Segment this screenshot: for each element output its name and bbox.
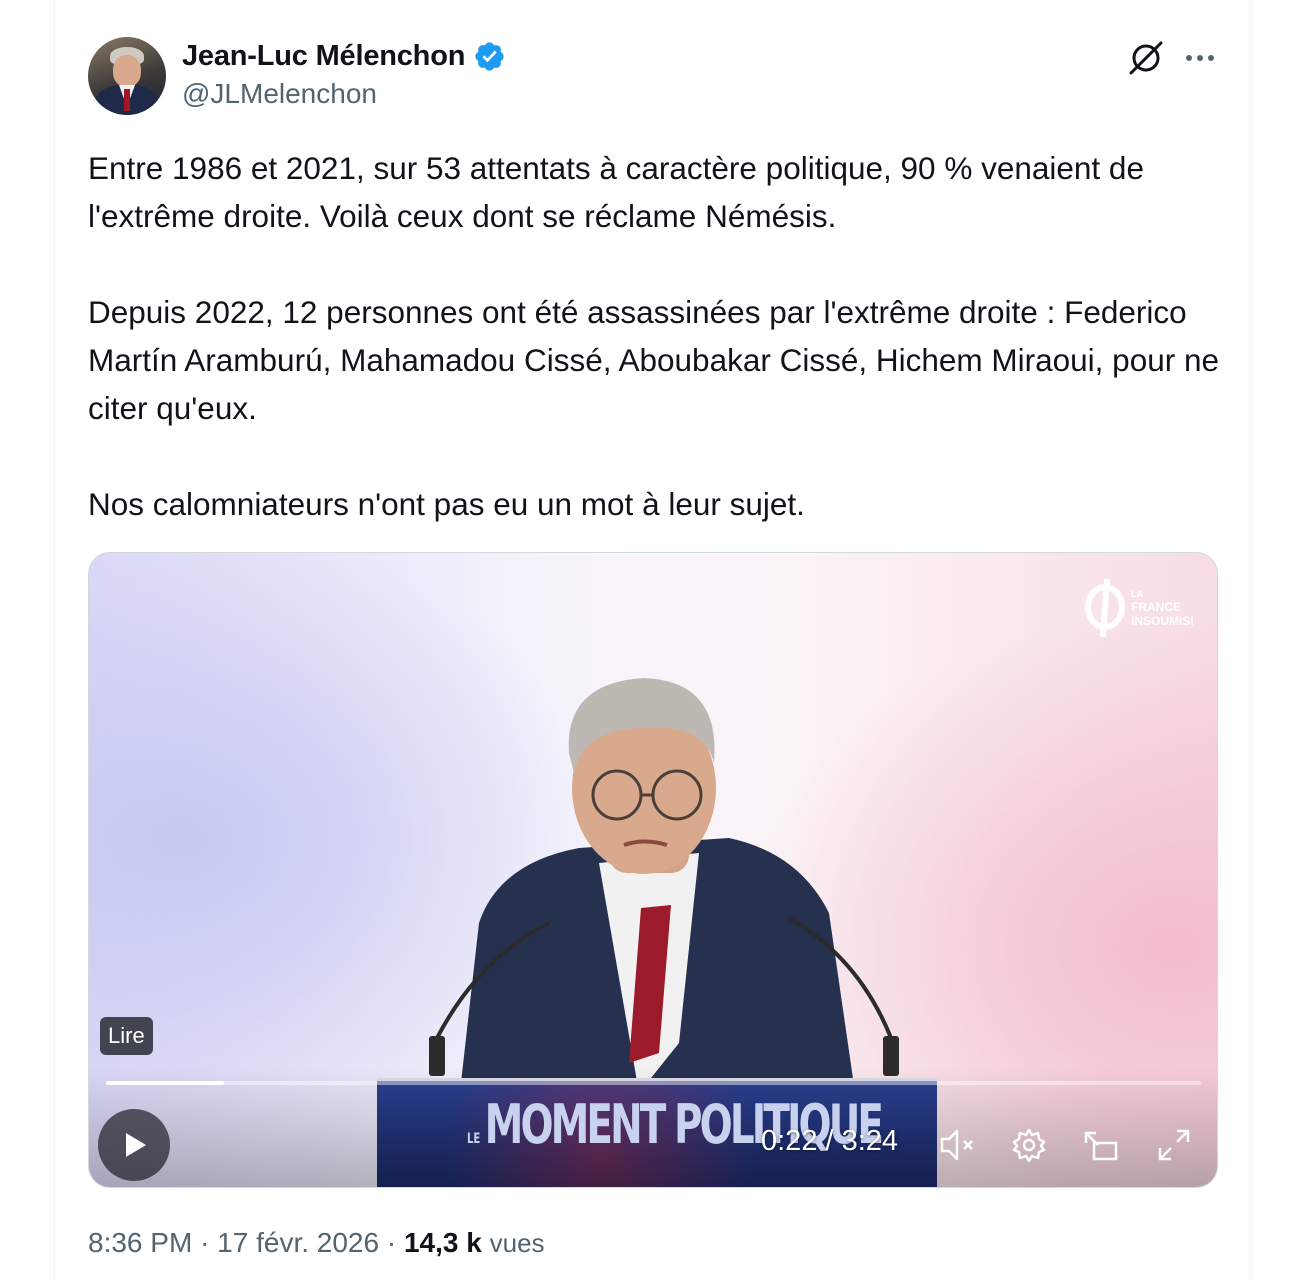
- mute-icon[interactable]: [937, 1125, 977, 1165]
- avatar-face: [113, 55, 141, 87]
- tweet-paragraph-1: Entre 1986 et 2021, sur 53 attentats à c…: [88, 150, 1144, 234]
- play-icon: [126, 1133, 146, 1157]
- tweet-paragraph-2: Depuis 2022, 12 personnes ont été assass…: [88, 294, 1220, 426]
- lfi-logo-line2: FRANCE: [1131, 600, 1181, 614]
- meta-separator-2: ·: [386, 1227, 397, 1258]
- video-player[interactable]: LA FRANCE INSOUMISE LEMOMENT POLITIQUE L…: [88, 552, 1218, 1188]
- author-name-row: Jean-Luc Mélenchon: [182, 38, 506, 74]
- tweet-paragraph-3: Nos calomniateurs n'ont pas eu un mot à …: [88, 486, 805, 522]
- author-name[interactable]: Jean-Luc Mélenchon: [182, 40, 465, 73]
- lectern-prefix: LE: [467, 1131, 481, 1147]
- fullscreen-icon[interactable]: [1154, 1125, 1194, 1165]
- tweet-text: Entre 1986 et 2021, sur 53 attentats à c…: [88, 144, 1223, 528]
- verified-badge-icon[interactable]: [473, 40, 506, 73]
- avatar[interactable]: [88, 37, 166, 115]
- progress-fill: [106, 1081, 225, 1085]
- microphone-right: [788, 916, 899, 1076]
- lfi-logo-line3: INSOUMISE: [1131, 614, 1193, 628]
- views-label: vues: [489, 1228, 545, 1258]
- video-time: 0:22 / 3:24: [761, 1125, 899, 1157]
- lfi-logo: LA FRANCE INSOUMISE: [1085, 579, 1193, 637]
- grok-icon[interactable]: [1126, 38, 1166, 78]
- more-icon[interactable]: [1180, 38, 1220, 78]
- tweet-time[interactable]: 8:36 PM: [88, 1227, 192, 1258]
- meta-separator-1: ·: [200, 1227, 210, 1258]
- lire-badge[interactable]: Lire: [100, 1017, 153, 1055]
- microphone-left: [429, 921, 550, 1076]
- lfi-logo-line1: LA: [1131, 589, 1143, 599]
- avatar-tie: [124, 89, 130, 111]
- views-count: 14,3 k: [403, 1227, 482, 1258]
- tweet-meta: 8:36 PM · 17 févr. 2026 · 14,3 k vues: [88, 1227, 545, 1259]
- picture-in-picture-icon[interactable]: [1082, 1125, 1122, 1165]
- play-button[interactable]: [98, 1109, 170, 1181]
- author-handle[interactable]: @JLMelenchon: [182, 78, 377, 110]
- tweet-date[interactable]: 17 févr. 2026: [217, 1227, 379, 1258]
- progress-bar[interactable]: [106, 1081, 1201, 1085]
- settings-gear-icon[interactable]: [1009, 1125, 1049, 1165]
